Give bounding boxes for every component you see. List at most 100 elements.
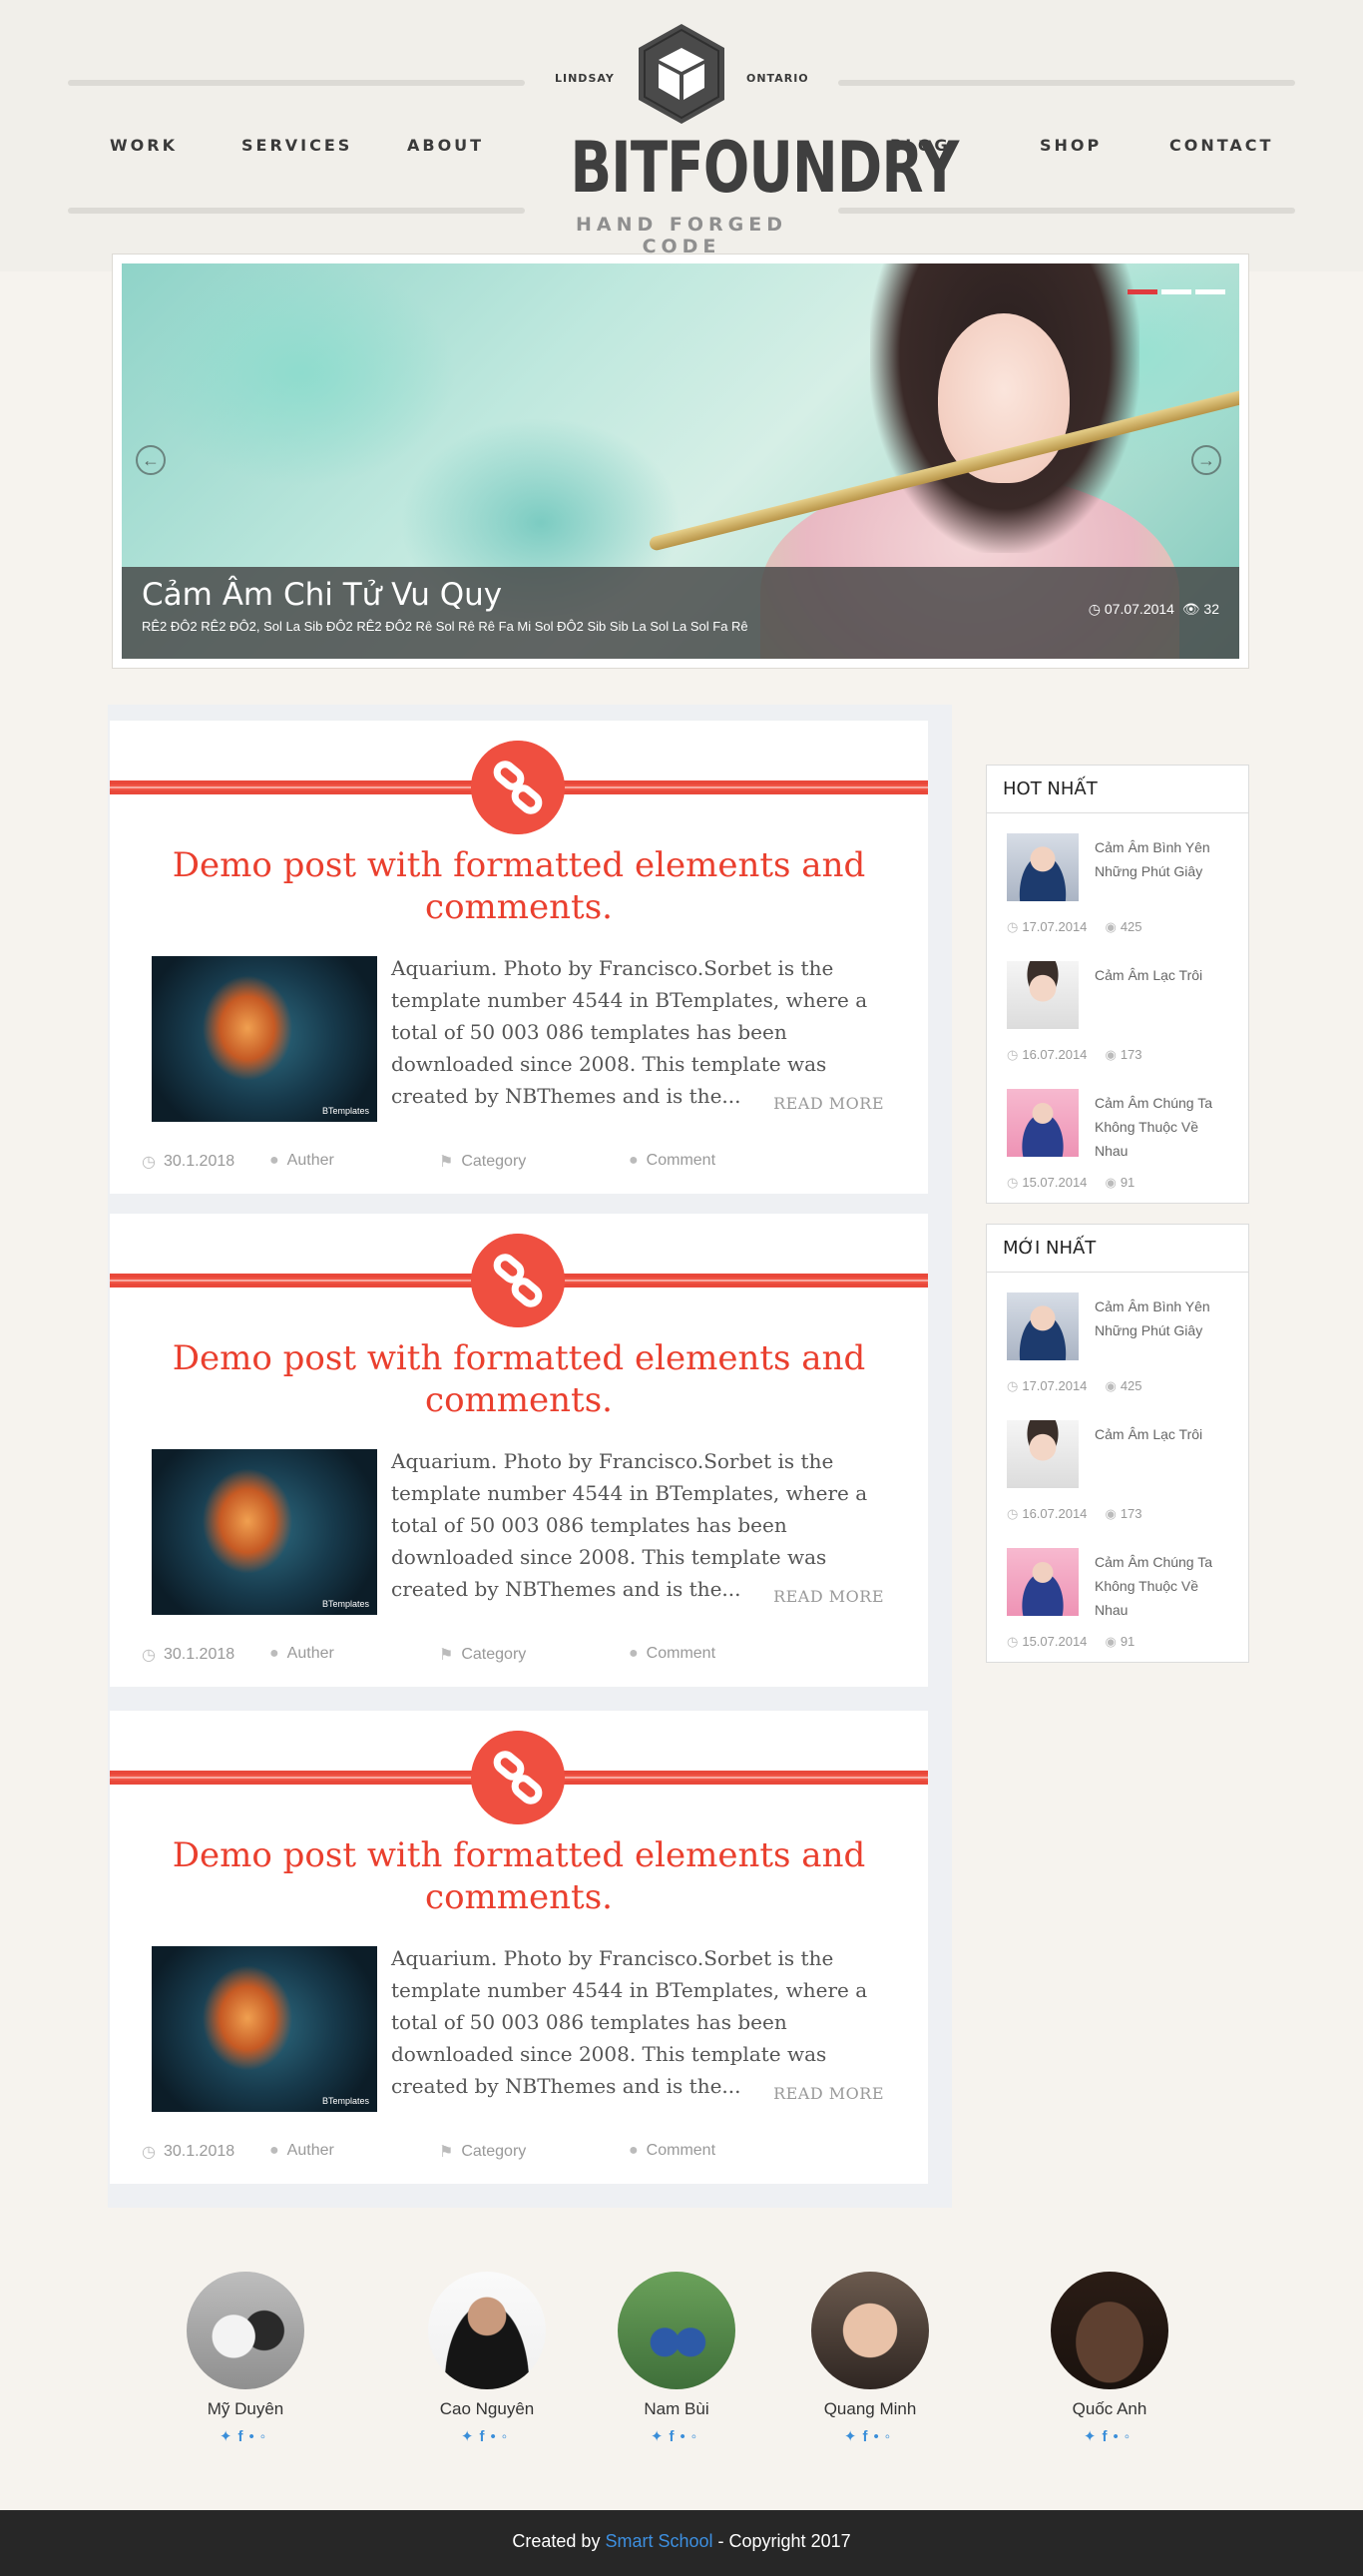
post-comment[interactable]: Comment [647,2142,715,2160]
twitter-icon[interactable]: ✦ [461,2428,480,2445]
widget-item-meta: ◷ 16.07.2014 ◉ 173 [1007,1506,1142,1522]
facebook-icon[interactable]: f [863,2428,874,2445]
post-excerpt: Aquarium. Photo by Francisco.Sorbet is t… [391,1946,868,2098]
slider-prev-icon[interactable]: ← [136,445,166,475]
member-social: ✦f•◦ [597,2427,756,2445]
slider-next-icon[interactable]: → [1191,445,1221,475]
post-thumbnail[interactable]: BTemplates [152,1449,377,1615]
footer-link[interactable]: Smart School [605,2531,712,2551]
post-category[interactable]: Category [461,1153,526,1171]
post-card: Demo post with formatted elements and co… [110,1711,928,2184]
avatar[interactable] [1051,2272,1168,2389]
avatar[interactable] [811,2272,929,2389]
post-comment[interactable]: Comment [647,1152,715,1170]
nav-services[interactable]: SERVICES [241,136,352,155]
slider-dot-3[interactable] [1195,289,1225,294]
slider-subtitle: RÊ2 ĐÔ2 RÊ2 ĐÔ2, Sol La Sib ĐÔ2 RÊ2 ĐÔ2 … [142,619,748,634]
post-title[interactable]: Demo post with formatted elements and co… [150,1337,888,1421]
clock-icon: ◷ [1007,1378,1019,1393]
flickr-icon[interactable]: •◦ [681,2428,703,2445]
slider-date: 07.07.2014 [1104,601,1174,617]
nav-work[interactable]: WORK [110,136,178,155]
widget-item-meta: ◷ 17.07.2014 ◉ 425 [1007,1378,1142,1394]
facebook-icon[interactable]: f [238,2428,249,2445]
widget-item-views: 425 [1120,1378,1142,1393]
twitter-icon[interactable]: ✦ [220,2428,238,2445]
avatar[interactable] [618,2272,735,2389]
twitter-icon[interactable]: ✦ [651,2428,670,2445]
post-excerpt: Aquarium. Photo by Francisco.Sorbet is t… [391,1449,868,1601]
user-icon: ● [269,1152,279,1169]
slider-title[interactable]: Cảm Âm Chi Tử Vu Quy [142,577,502,613]
tag-icon: ⚑ [439,1154,454,1171]
logo-tagline: HAND FORGED CODE [575,214,787,258]
flickr-icon[interactable]: •◦ [491,2428,514,2445]
avatar[interactable] [428,2272,546,2389]
site-footer: Created by Smart School - Copyright 2017 [0,2510,1363,2576]
widget-item[interactable]: Cảm Âm Lạc Trôi ◷ 16.07.2014 ◉ 173 [987,1410,1248,1538]
post-author[interactable]: Auther [287,1645,334,1663]
member-social: ✦f•◦ [166,2427,325,2445]
slider-dot-1[interactable] [1128,289,1157,294]
twitter-icon[interactable]: ✦ [844,2428,863,2445]
nav-about[interactable]: ABOUT [407,136,484,155]
widget-item-date: 15.07.2014 [1022,1634,1088,1649]
post-thumbnail[interactable]: BTemplates [152,1946,377,2112]
facebook-icon[interactable]: f [480,2428,491,2445]
post-author[interactable]: Auther [287,2142,334,2160]
read-more-link[interactable]: READ MORE [773,1094,884,1113]
read-more-link[interactable]: READ MORE [773,2084,884,2103]
widget-item[interactable]: Cảm Âm Lạc Trôi ◷ 16.07.2014 ◉ 173 [987,951,1248,1079]
post-thumbnail[interactable]: BTemplates [152,956,377,1122]
logo-cube-icon[interactable] [635,22,728,126]
widget-thumb[interactable] [1007,1292,1079,1360]
link-icon[interactable] [471,1234,565,1327]
thumb-watermark: BTemplates [321,1106,369,1116]
widget-item-title[interactable]: Cảm Âm Chúng Ta Không Thuộc Về Nhau [1095,1550,1234,1622]
nav-contact[interactable]: CONTACT [1169,136,1273,155]
clock-icon: ◷ [1007,1175,1019,1190]
member-name: Mỹ Duyên [207,2399,284,2418]
flickr-icon[interactable]: •◦ [874,2428,897,2445]
widget-item[interactable]: Cảm Âm Bình Yên Những Phút Giây ◷ 17.07.2… [987,823,1248,951]
widget-item-date: 16.07.2014 [1022,1047,1088,1062]
post-comment[interactable]: Comment [647,1645,715,1663]
widget-thumb[interactable] [1007,1548,1079,1616]
widget-item[interactable]: Cảm Âm Chúng Ta Không Thuộc Về Nhau ◷ 15.… [987,1079,1248,1207]
widget-thumb[interactable] [1007,1089,1079,1157]
post-author[interactable]: Auther [287,1152,334,1170]
header-rule [68,208,525,214]
facebook-icon[interactable]: f [1103,2428,1114,2445]
post-category[interactable]: Category [461,1646,526,1664]
widget-title: MỚI NHẤT [987,1225,1248,1273]
widget-item-title[interactable]: Cảm Âm Bình Yên Những Phút Giây [1095,1294,1234,1342]
widget-item-title[interactable]: Cảm Âm Lạc Trôi [1095,963,1234,987]
slider-dot-2[interactable] [1161,289,1191,294]
flickr-icon[interactable]: •◦ [249,2428,272,2445]
sidebar-widget: MỚI NHẤT Cảm Âm Bình Yên Những Phút Giây… [986,1224,1249,1663]
flickr-icon[interactable]: •◦ [1114,2428,1136,2445]
post-title[interactable]: Demo post with formatted elements and co… [150,844,888,928]
widget-item-title[interactable]: Cảm Âm Chúng Ta Không Thuộc Về Nhau [1095,1091,1234,1163]
widget-item-title[interactable]: Cảm Âm Bình Yên Những Phút Giây [1095,835,1234,883]
team-member: Mỹ Duyên ✦f•◦ [166,2272,325,2445]
widget-item-date: 17.07.2014 [1022,1378,1088,1393]
eye-icon: ◉ [1105,1506,1117,1521]
facebook-icon[interactable]: f [670,2428,681,2445]
widget-item[interactable]: Cảm Âm Chúng Ta Không Thuộc Về Nhau ◷ 15.… [987,1538,1248,1666]
widget-thumb[interactable] [1007,1420,1079,1488]
avatar[interactable] [187,2272,304,2389]
logo-name[interactable]: BITFOUNDRY [570,128,959,208]
read-more-link[interactable]: READ MORE [773,1587,884,1606]
post-title[interactable]: Demo post with formatted elements and co… [150,1834,888,1918]
nav-shop[interactable]: SHOP [1040,136,1102,155]
widget-thumb[interactable] [1007,961,1079,1029]
twitter-icon[interactable]: ✦ [1084,2428,1103,2445]
widget-thumb[interactable] [1007,833,1079,901]
post-category[interactable]: Category [461,2143,526,2161]
eye-icon: ◉ [1105,1175,1117,1190]
widget-item-title[interactable]: Cảm Âm Lạc Trôi [1095,1422,1234,1446]
link-icon[interactable] [471,741,565,834]
widget-item[interactable]: Cảm Âm Bình Yên Những Phút Giây ◷ 17.07.2… [987,1283,1248,1410]
link-icon[interactable] [471,1731,565,1824]
